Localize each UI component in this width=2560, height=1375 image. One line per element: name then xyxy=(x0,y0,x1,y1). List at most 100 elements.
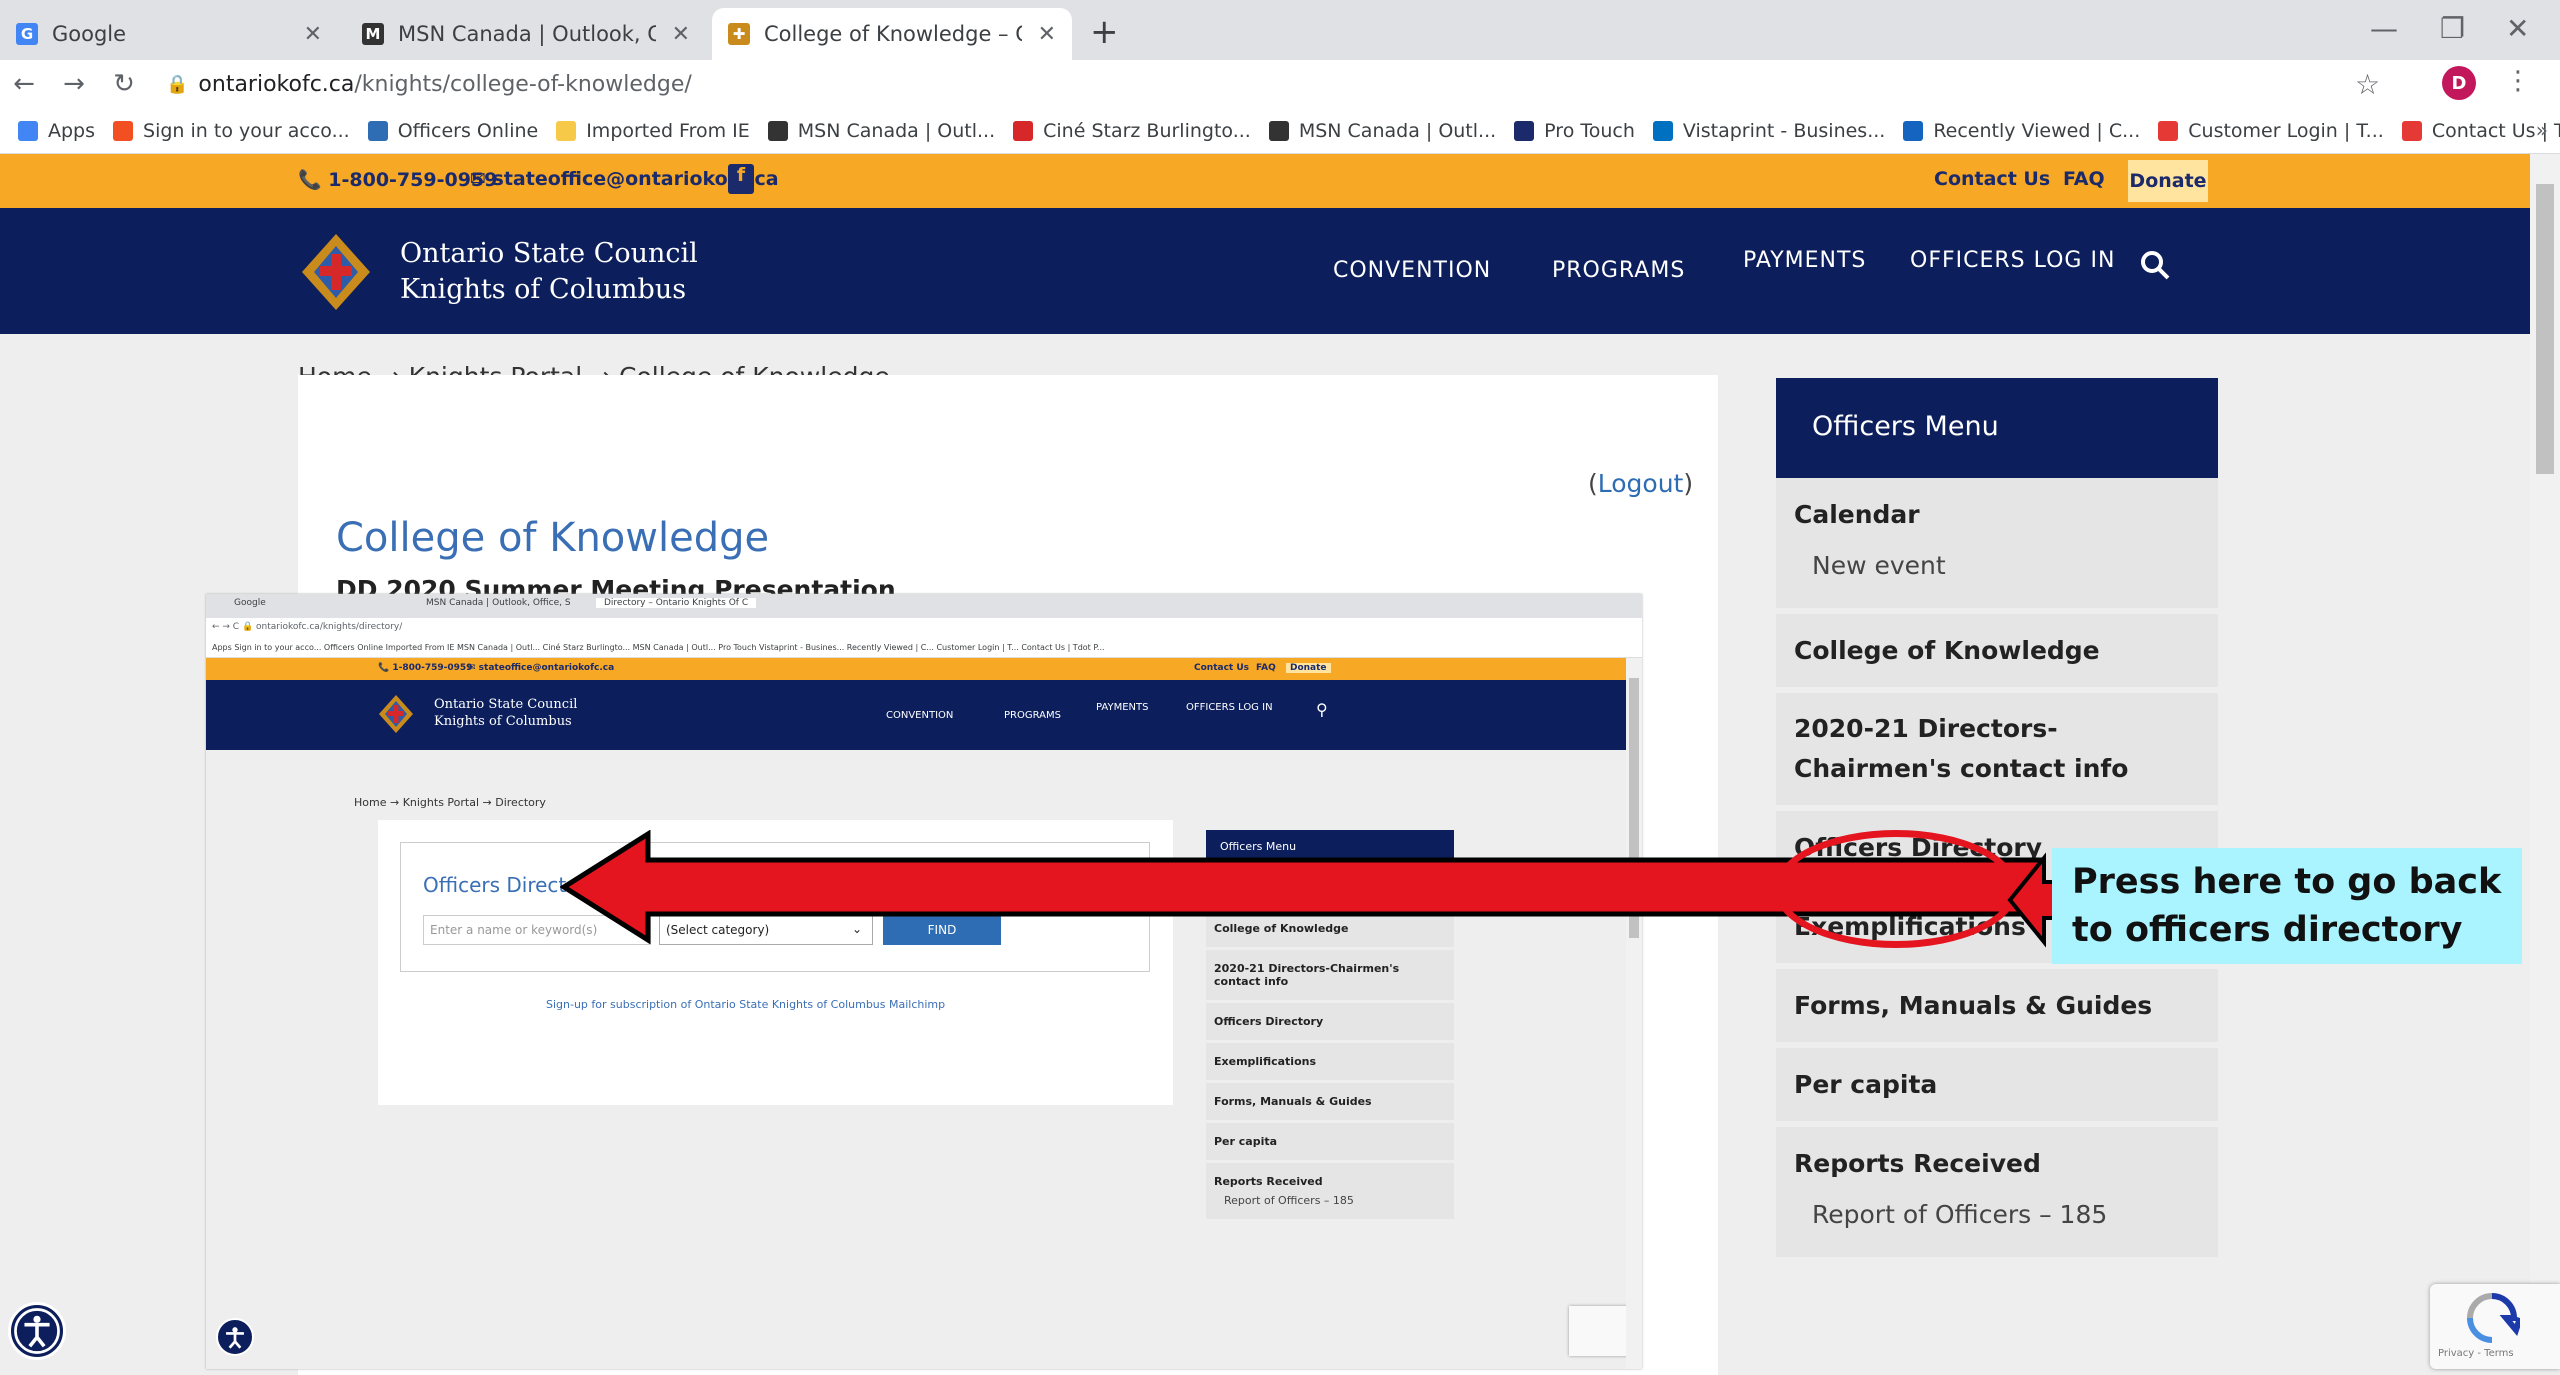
reload-icon[interactable]: ↻ xyxy=(106,69,142,99)
sidebar-item-new-event[interactable]: New event xyxy=(1794,551,2200,608)
inset-accessibility-icon xyxy=(216,1318,254,1356)
sidebar-section-directors: 2020-21 Directors-Chairmen's contact inf… xyxy=(1776,693,2218,811)
page-title: College of Knowledge xyxy=(336,515,770,561)
bookmark-item[interactable]: Officers Online xyxy=(367,120,538,142)
officers-menu: Officers Menu Calendar New event College… xyxy=(1776,378,2218,1263)
tab-google[interactable]: G Google ✕ xyxy=(0,8,338,60)
kofc-emblem-icon[interactable] xyxy=(300,232,372,312)
bookmark-item[interactable]: Vistaprint - Busines... xyxy=(1652,120,1885,142)
inset-contact-strip: 📞 1-800-759-0959 ✉ stateoffice@ontarioko… xyxy=(206,658,1626,680)
inset-contact: Contact Us xyxy=(1194,663,1250,673)
inset-site-name-line1: Ontario State Council xyxy=(434,697,578,712)
profile-avatar[interactable]: D xyxy=(2442,66,2476,100)
bookmark-favicon-icon xyxy=(1903,120,1924,141)
sidebar-item-college-of-knowledge[interactable]: College of Knowledge xyxy=(1794,614,2200,687)
sidebar-item-reports-received[interactable]: Reports Received xyxy=(1794,1127,2200,1200)
contact-us-link[interactable]: Contact Us xyxy=(1934,168,2050,190)
bookmark-label: Apps xyxy=(48,119,96,142)
recaptcha-icon xyxy=(2467,1293,2520,1343)
nav-programs[interactable]: PROGRAMS xyxy=(1552,258,1685,283)
url-field[interactable]: 🔒 ontariokofc.ca /knights/college-of-kno… xyxy=(166,72,692,97)
close-icon[interactable]: ✕ xyxy=(288,22,322,47)
bookmark-label: MSN Canada | Outl... xyxy=(797,119,996,142)
tab-title: MSN Canada | Outlook, Office, S xyxy=(398,22,656,46)
google-g-icon: G xyxy=(16,23,38,45)
tab-title: College of Knowledge – Ontario xyxy=(764,22,1022,46)
bookmark-item[interactable]: Ciné Starz Burlingto... xyxy=(1013,120,1251,142)
inset-directory-screenshot: Google MSN Canada | Outlook, Office, S D… xyxy=(206,594,1642,1369)
site-name[interactable]: Ontario State Council Knights of Columbu… xyxy=(400,236,698,308)
bookmark-favicon-icon xyxy=(1013,120,1034,141)
sidebar-section-reports: Reports Received Report of Officers – 18… xyxy=(1776,1127,2218,1263)
inset-site-name-line2: Knights of Columbus xyxy=(434,714,572,729)
facebook-icon[interactable]: f xyxy=(728,164,754,194)
inset-email: ✉ stateoffice@ontariokofc.ca xyxy=(468,663,615,673)
highlight-ring xyxy=(1774,830,2018,948)
restore-icon[interactable]: ❐ xyxy=(2440,12,2465,45)
inset-kofc-emblem-icon xyxy=(379,695,413,733)
nav-convention[interactable]: CONVENTION xyxy=(1333,258,1491,283)
accessibility-icon[interactable] xyxy=(8,1302,66,1360)
inset-recaptcha-badge xyxy=(1569,1306,1629,1356)
browser-tab-strip: G Google ✕ M MSN Canada | Outlook, Offic… xyxy=(0,0,2560,60)
sidebar-item-directors-contact[interactable]: 2020-21 Directors-Chairmen's contact inf… xyxy=(1794,693,2200,805)
sidebar-item-report-of-officers[interactable]: Report of Officers – 185 xyxy=(1794,1200,2200,1257)
logout-paren-close: ) xyxy=(1683,469,1694,498)
bookmark-label: MSN Canada | Outl... xyxy=(1298,119,1497,142)
nav-officers-log-in[interactable]: OFFICERS LOG IN xyxy=(1910,248,2115,273)
minimize-icon[interactable]: — xyxy=(2370,12,2398,45)
search-icon[interactable] xyxy=(2140,250,2170,280)
close-icon[interactable]: ✕ xyxy=(656,22,690,47)
bookmark-favicon-icon xyxy=(367,120,388,141)
bookmark-item[interactable]: MSN Canada | Outl... xyxy=(1268,119,1497,142)
logout-link[interactable]: Logout xyxy=(1598,469,1684,498)
page-scrollbar[interactable] xyxy=(2530,154,2560,1369)
inset-donate: Donate xyxy=(1286,663,1331,673)
inset-sidebar-item: Per capita xyxy=(1206,1123,1454,1163)
nav-payments[interactable]: PAYMENTS xyxy=(1743,248,1866,273)
inset-url: ontariokofc.ca/knights/directory/ xyxy=(256,622,403,632)
sidebar-item-calendar[interactable]: Calendar xyxy=(1794,478,2200,551)
bookmark-favicon-icon xyxy=(1268,120,1289,141)
bookmark-item[interactable]: Pro Touch xyxy=(1514,120,1635,142)
sidebar-item-forms-manuals-guides[interactable]: Forms, Manuals & Guides xyxy=(1794,969,2200,1042)
recaptcha-privacy-terms[interactable]: Privacy - Terms xyxy=(2438,1348,2514,1359)
msn-icon: M xyxy=(362,23,384,45)
officers-menu-header: Officers Menu xyxy=(1776,378,2218,478)
bookmark-item[interactable]: Imported From IE xyxy=(556,120,750,142)
inset-sidebar-sub: Report of Officers – 185 xyxy=(1224,1194,1354,1207)
donate-button[interactable]: Donate xyxy=(2128,160,2208,202)
inset-address-bar: ← → C 🔒 ontariokofc.ca/knights/directory… xyxy=(206,618,1642,638)
inset-bookmarks: Apps Sign in to your acco... Officers On… xyxy=(206,638,1642,658)
bookmark-item[interactable]: MSN Canada | Outl... xyxy=(767,119,996,142)
bookmark-favicon-icon xyxy=(2158,120,2179,141)
close-icon[interactable]: ✕ xyxy=(1022,22,1056,47)
tab-college-of-knowledge[interactable]: ✚ College of Knowledge – Ontario ✕ xyxy=(712,8,1072,60)
bookmark-favicon-icon xyxy=(1514,120,1535,141)
bookmark-label: Imported From IE xyxy=(586,119,750,142)
back-icon[interactable]: ← xyxy=(6,69,42,99)
window-close-icon[interactable]: ✕ xyxy=(2506,12,2529,45)
recaptcha-badge[interactable]: Privacy - Terms xyxy=(2430,1284,2560,1369)
bookmark-item[interactable]: Sign in to your acco... xyxy=(113,120,350,142)
bookmarks-more-icon[interactable]: » xyxy=(2536,118,2548,142)
phone-link[interactable]: 📞 1-800-759-0959 xyxy=(298,168,497,191)
bookmark-star-icon[interactable]: ☆ xyxy=(2355,68,2380,101)
instruction-callout: Press here to go back to officers direct… xyxy=(2052,848,2522,964)
new-tab-icon[interactable]: + xyxy=(1090,12,1119,52)
tab-msn[interactable]: M MSN Canada | Outlook, Office, S ✕ xyxy=(346,8,706,60)
inset-breadcrumb: Home → Knights Portal → Directory xyxy=(354,796,546,809)
bookmark-item[interactable]: Apps xyxy=(18,120,95,142)
tab-title: Google xyxy=(52,22,127,46)
sidebar-item-per-capita[interactable]: Per capita xyxy=(1794,1048,2200,1121)
kofc-emblem-icon: ✚ xyxy=(728,23,750,45)
bookmark-item[interactable]: Customer Login | T... xyxy=(2158,120,2384,142)
scrollbar-thumb[interactable] xyxy=(2536,184,2554,474)
bookmark-item[interactable]: Recently Viewed | C... xyxy=(1903,120,2140,142)
faq-link[interactable]: FAQ xyxy=(2063,168,2105,190)
site-name-line2: Knights of Columbus xyxy=(400,274,687,305)
site-name-line1: Ontario State Council xyxy=(400,238,698,269)
inset-nav-convention: CONVENTION xyxy=(886,710,954,721)
menu-icon[interactable]: ⋮ xyxy=(2505,66,2531,96)
forward-icon[interactable]: → xyxy=(56,69,92,99)
